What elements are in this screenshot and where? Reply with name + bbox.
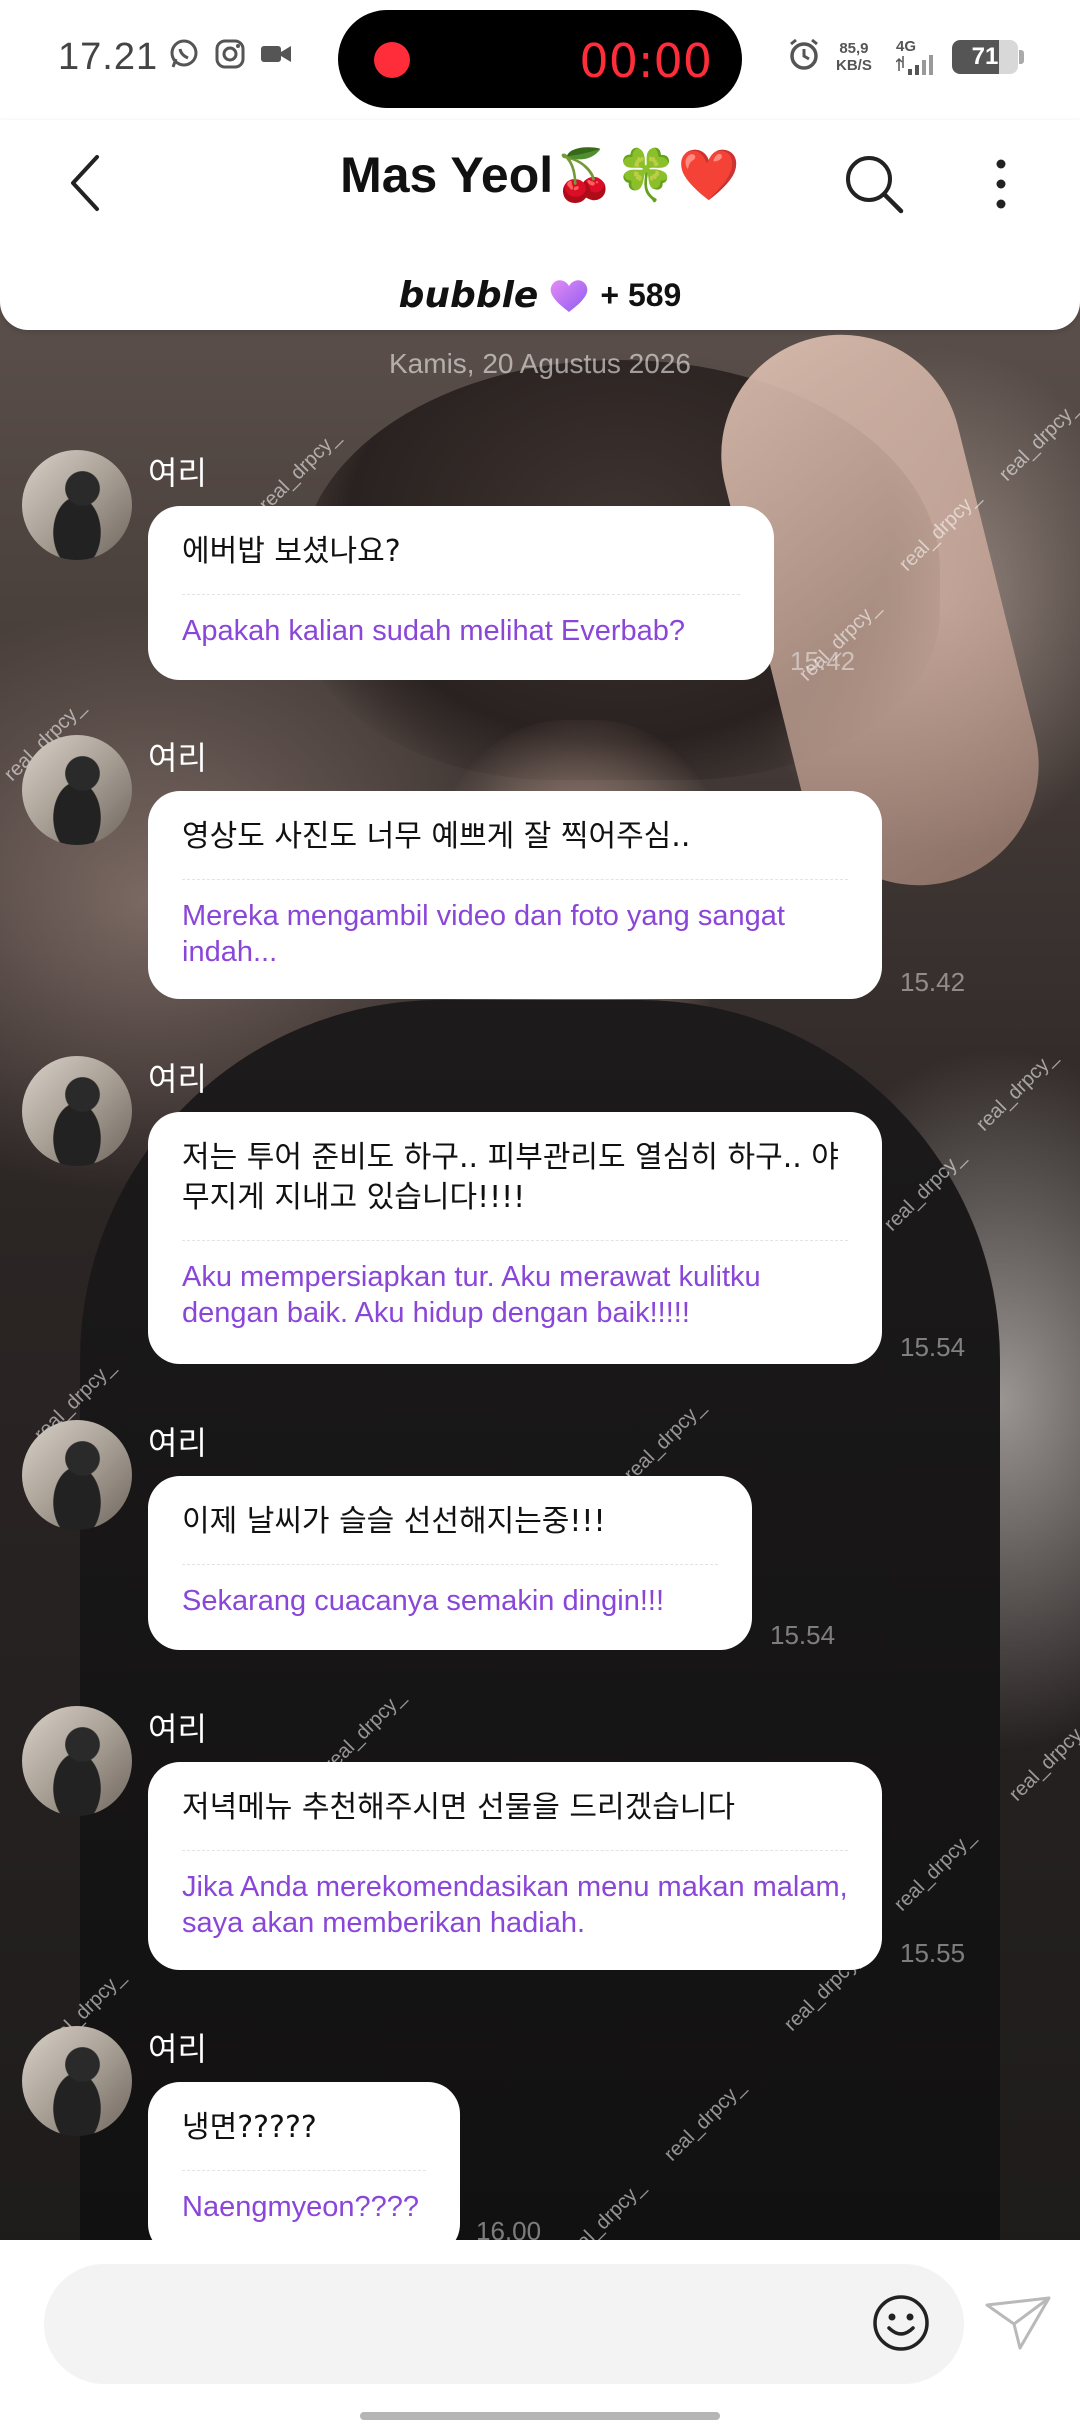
message-text-korean: 에버밥 보셨나요? bbox=[182, 534, 401, 569]
sender-name: 여리 bbox=[148, 2031, 207, 2067]
video-camera-icon bbox=[258, 36, 294, 72]
record-dot-icon bbox=[374, 42, 410, 78]
signal-indicator: 4G bbox=[895, 38, 934, 79]
bubble-count: + 589 bbox=[600, 276, 682, 313]
message-bubble[interactable]: 냉면????? Naengmyeon???? bbox=[148, 2082, 460, 2256]
bubble-logo: bubble bbox=[398, 274, 539, 316]
message-bubble[interactable]: 저는 투어 준비도 하구.. 피부관리도 열심히 하구.. 야무지게 지내고 있… bbox=[148, 1112, 882, 1364]
status-bar: 17.21 00:00 85,9 KB/S 4G 71 bbox=[0, 0, 1080, 120]
avatar[interactable] bbox=[22, 1056, 132, 1166]
sender-name: 여리 bbox=[148, 1425, 207, 1461]
sender-name: 여리 bbox=[148, 1061, 207, 1097]
sender-name: 여리 bbox=[148, 740, 207, 776]
avatar[interactable] bbox=[22, 1706, 132, 1816]
smiley-icon bbox=[873, 2295, 929, 2351]
home-indicator[interactable] bbox=[360, 2412, 720, 2420]
chat-header: Mas Yeol🍒🍀❤️ bubble + 589 bbox=[0, 120, 1080, 330]
more-vertical-icon bbox=[996, 159, 1006, 209]
message-text-korean: 저녁메뉴 추천해주시면 선물을 드리겠습니다 bbox=[182, 1790, 736, 1825]
battery-indicator: 71 bbox=[952, 40, 1018, 74]
message-translation: Aku mempersiapkan tur. Aku merawat kulit… bbox=[182, 1261, 761, 1329]
sender-name: 여리 bbox=[148, 1711, 207, 1747]
more-options-button[interactable] bbox=[966, 148, 1036, 220]
avatar[interactable] bbox=[22, 450, 132, 560]
sender-name: 여리 bbox=[148, 455, 207, 491]
message-bubble[interactable]: 저녁메뉴 추천해주시면 선물을 드리겠습니다 Jika Anda merekom… bbox=[148, 1762, 882, 1970]
network-speed: 85,9 KB/S bbox=[836, 40, 872, 74]
message-input[interactable] bbox=[44, 2264, 964, 2384]
battery-level: 71 bbox=[971, 43, 999, 70]
message-time: 15.55 bbox=[900, 1938, 966, 1968]
record-timer: 00:00 bbox=[579, 34, 712, 88]
message-time: 15.42 bbox=[790, 646, 856, 676]
message-translation: Naengmyeon???? bbox=[182, 2191, 420, 2223]
message-translation: Jika Anda merekomendasikan menu makan ma… bbox=[182, 1871, 848, 1939]
bubble-balance[interactable]: bubble + 589 bbox=[0, 270, 1080, 320]
avatar[interactable] bbox=[22, 1420, 132, 1530]
message-time: 15.54 bbox=[900, 1332, 966, 1362]
screen-record-indicator[interactable]: 00:00 bbox=[338, 10, 742, 108]
signal-bars-icon bbox=[895, 55, 933, 75]
message-translation: Mereka mengambil video dan foto yang san… bbox=[182, 900, 785, 968]
message-text-korean: 영상도 사진도 너무 예쁘게 잘 찍어주심.. bbox=[182, 819, 691, 854]
heart-icon bbox=[551, 280, 588, 312]
message-text-korean: 냉면????? bbox=[182, 2110, 317, 2145]
status-time: 17.21 bbox=[58, 36, 159, 78]
paper-plane-icon bbox=[985, 2296, 1051, 2350]
message-text-korean: 저는 투어 준비도 하구.. 피부관리도 열심히 하구.. 야무지게 지내고 있… bbox=[182, 1140, 839, 1215]
message-time: 15.54 bbox=[770, 1620, 836, 1650]
chat-title: Mas Yeol🍒🍀❤️ bbox=[340, 147, 740, 203]
message-translation: Sekarang cuacanya semakin dingin!!! bbox=[182, 1585, 665, 1617]
avatar[interactable] bbox=[22, 735, 132, 845]
message-translation: Apakah kalian sudah melihat Everbab? bbox=[182, 615, 685, 647]
message-bubble[interactable]: 에버밥 보셨나요? Apakah kalian sudah melihat Ev… bbox=[148, 506, 774, 680]
instagram-icon bbox=[212, 36, 248, 72]
message-time: 15.42 bbox=[900, 967, 966, 997]
message-bubble[interactable]: 영상도 사진도 너무 예쁘게 잘 찍어주심.. Mereka mengambil… bbox=[148, 791, 882, 999]
search-icon bbox=[846, 156, 904, 214]
chat-date: Kamis, 20 Agustus 2026 bbox=[389, 348, 691, 379]
message-text-korean: 이제 날씨가 슬슬 선선해지는중!!! bbox=[182, 1504, 606, 1539]
avatar[interactable] bbox=[22, 2026, 132, 2136]
message-bubble[interactable]: 이제 날씨가 슬슬 선선해지는중!!! Sekarang cuacanya se… bbox=[148, 1476, 752, 1650]
send-button[interactable] bbox=[980, 2288, 1056, 2358]
search-button[interactable] bbox=[838, 148, 910, 220]
whatsapp-icon bbox=[166, 36, 202, 72]
alarm-icon bbox=[786, 36, 822, 72]
message-input-bar bbox=[0, 2240, 1080, 2436]
emoji-button[interactable] bbox=[868, 2288, 934, 2358]
